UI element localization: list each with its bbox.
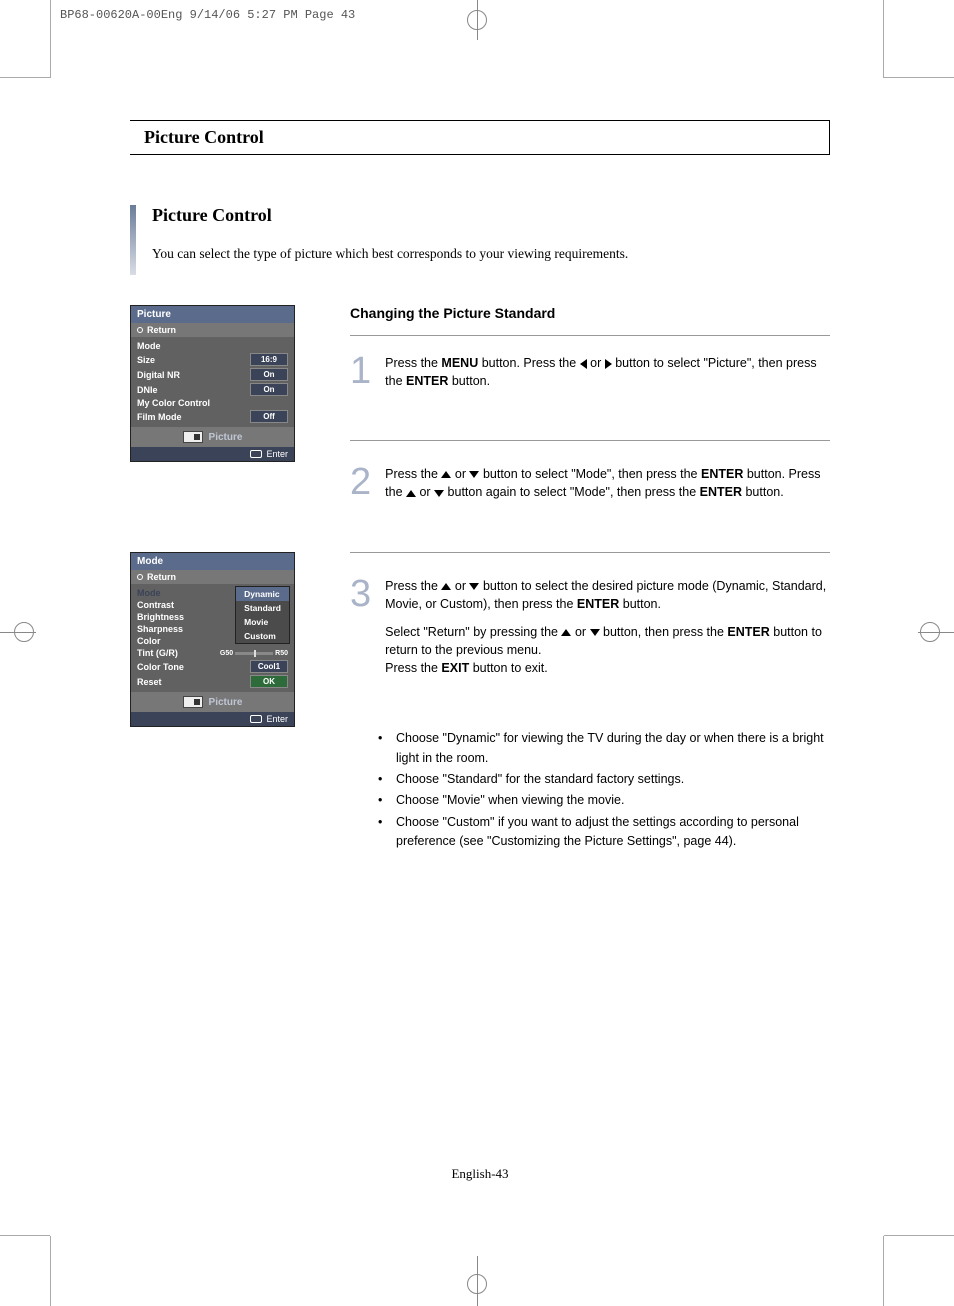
osd-enter-hint: Enter — [131, 447, 294, 461]
step-number: 1 — [350, 354, 371, 400]
crop-mark — [883, 0, 884, 78]
list-item: Choose "Standard" for the standard facto… — [378, 770, 830, 789]
left-arrow-icon — [580, 359, 587, 369]
print-crop-header: BP68-00620A-00Eng 9/14/06 5:27 PM Page 4… — [60, 8, 355, 22]
chapter-title: Picture Control — [144, 127, 815, 148]
up-arrow-icon — [441, 471, 451, 478]
crop-mark — [920, 622, 940, 642]
osd-title: Picture — [131, 306, 294, 323]
osd-row: Tint (G/R) G50R50 — [131, 647, 294, 659]
osd-row: DNIeOn — [131, 382, 294, 397]
crop-mark — [0, 77, 50, 78]
list-item: Choose "Movie" when viewing the movie. — [378, 791, 830, 810]
option-custom: Custom — [236, 629, 289, 643]
crop-mark — [50, 1236, 51, 1306]
mode-options-popup: Dynamic Standard Movie Custom — [235, 586, 290, 644]
tv-icon — [183, 431, 203, 443]
crop-mark — [883, 1236, 884, 1306]
tint-slider: G50R50 — [220, 650, 288, 657]
osd-row: My Color Control — [131, 397, 294, 409]
tv-icon — [183, 696, 203, 708]
step-2: 2 Press the or button to select "Mode", … — [350, 465, 830, 552]
page-number: English-43 — [130, 1166, 830, 1182]
osd-mode-menu: Mode Return Mode Contrast Brightness Sha… — [130, 552, 295, 727]
down-arrow-icon — [469, 471, 479, 478]
option-standard: Standard — [236, 601, 289, 615]
osd-footer: Picture — [131, 692, 294, 712]
osd-row: ResetOK — [131, 674, 294, 689]
up-arrow-icon — [561, 629, 571, 636]
down-arrow-icon — [469, 583, 479, 590]
crop-mark — [50, 0, 51, 78]
step-number: 3 — [350, 577, 371, 688]
up-arrow-icon — [406, 490, 416, 497]
osd-title: Mode — [131, 553, 294, 570]
notes-list: Choose "Dynamic" for viewing the TV duri… — [350, 729, 830, 851]
right-arrow-icon — [605, 359, 612, 369]
enter-icon — [250, 715, 262, 723]
crop-mark — [884, 77, 954, 78]
osd-picture-menu: Picture Return Mode Size16:9 Digital NRO… — [130, 305, 295, 462]
step-1: 1 Press the MENU button. Press the or bu… — [350, 354, 830, 441]
crop-mark — [14, 622, 34, 642]
osd-row: Film ModeOff — [131, 409, 294, 424]
option-movie: Movie — [236, 615, 289, 629]
list-item: Choose "Dynamic" for viewing the TV duri… — [378, 729, 830, 768]
subsection-heading: Changing the Picture Standard — [350, 305, 830, 336]
crop-mark — [0, 1235, 50, 1236]
osd-row: Size16:9 — [131, 352, 294, 367]
osd-return-item: Return — [131, 323, 294, 337]
osd-return-item: Return — [131, 570, 294, 584]
step-3: 3 Press the or button to select the desi… — [350, 577, 830, 706]
step-text: Press the or button to select the desire… — [385, 577, 830, 688]
option-dynamic: Dynamic — [236, 587, 289, 601]
list-item: Choose "Custom" if you want to adjust th… — [378, 813, 830, 852]
down-arrow-icon — [434, 490, 444, 497]
accent-bar-icon — [130, 205, 136, 275]
step-number: 2 — [350, 465, 371, 511]
step-text: Press the or button to select "Mode", th… — [385, 465, 830, 511]
osd-footer: Picture — [131, 427, 294, 447]
enter-icon — [250, 450, 262, 458]
osd-row: Mode — [131, 340, 294, 352]
osd-row: Color ToneCool1 — [131, 659, 294, 674]
osd-enter-hint: Enter — [131, 712, 294, 726]
section-title: Picture Control — [152, 205, 628, 226]
up-arrow-icon — [441, 583, 451, 590]
intro-text: You can select the type of picture which… — [152, 246, 628, 262]
crop-mark — [467, 1274, 487, 1294]
osd-row: Digital NROn — [131, 367, 294, 382]
down-arrow-icon — [590, 629, 600, 636]
chapter-title-box: Picture Control — [130, 120, 830, 155]
step-text: Press the MENU button. Press the or butt… — [385, 354, 830, 400]
crop-mark — [884, 1235, 954, 1236]
crop-mark — [467, 10, 487, 30]
